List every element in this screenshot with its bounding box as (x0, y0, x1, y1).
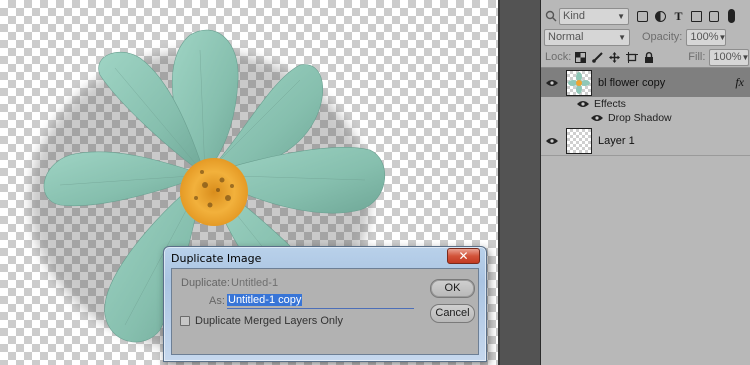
layer-thumbnail (566, 69, 592, 96)
layer-name: Layer 1 (598, 134, 635, 147)
fill-label: Fill: (688, 51, 706, 63)
duplicate-image-dialog: Duplicate Image ✕ Duplicate: Untitled-1 … (163, 246, 487, 362)
as-name-input[interactable]: Untitled-1 copy (227, 294, 414, 309)
layer-filter-row: Kind ▼ T (541, 6, 750, 26)
duplicate-label: Duplicate: (181, 277, 230, 289)
smart-object-filter-icon[interactable] (709, 10, 719, 22)
shape-filter-icon[interactable] (691, 10, 702, 22)
blend-mode-select[interactable]: Normal ▼ (544, 28, 630, 46)
visibility-eye-icon[interactable] (541, 137, 563, 145)
image-filter-icon[interactable] (637, 10, 648, 22)
drop-shadow-eye-icon[interactable] (591, 114, 603, 122)
cancel-button[interactable]: Cancel (430, 304, 475, 323)
effects-label: Effects (594, 98, 626, 110)
filter-kind-select[interactable]: Kind ▼ (559, 7, 629, 25)
merged-layers-checkbox[interactable] (180, 316, 190, 326)
layer-thumbnail (566, 127, 592, 154)
filter-toggle[interactable] (728, 9, 735, 23)
layers-panel: Kind▼ T Normal▼ Opacity: 100%▼ Lock: (540, 0, 750, 365)
flower-center (180, 158, 248, 226)
search-icon (545, 10, 557, 22)
lock-all-icon[interactable] (644, 51, 654, 63)
dialog-title: Duplicate Image (171, 252, 262, 265)
close-button[interactable]: ✕ (447, 248, 480, 264)
fill-input[interactable]: 100% ▼ (709, 48, 749, 66)
dialog-body: Duplicate: Untitled-1 As: Untitled-1 cop… (171, 268, 479, 355)
drop-shadow-row[interactable]: Drop Shadow (541, 111, 750, 125)
merged-layers-label[interactable]: Duplicate Merged Layers Only (195, 315, 343, 327)
duplicate-value: Untitled-1 (231, 277, 279, 289)
fx-icon[interactable]: fx (735, 75, 744, 90)
drop-shadow-label: Drop Shadow (608, 112, 672, 124)
lock-transparent-icon[interactable] (575, 51, 587, 63)
lock-brush-icon[interactable] (592, 51, 604, 63)
effects-eye-icon[interactable] (577, 100, 589, 108)
lock-move-icon[interactable] (609, 51, 621, 63)
opacity-input[interactable]: 100% ▼ (686, 28, 726, 46)
opacity-label: Opacity: (642, 31, 683, 43)
layer-row-layer-1[interactable]: Layer 1 (541, 126, 750, 155)
as-label: As: (209, 295, 225, 307)
canvas-scroll-gutter (498, 0, 540, 365)
adjustment-filter-icon[interactable] (655, 10, 666, 22)
layer-name: bl flower copy (598, 76, 666, 89)
blend-row: Normal ▼ Opacity: 100% ▼ (541, 28, 750, 46)
visibility-eye-icon[interactable] (541, 79, 563, 87)
type-filter-icon[interactable]: T (673, 10, 684, 22)
ok-button[interactable]: OK (430, 279, 475, 298)
lock-row: Lock: Fill: 100% ▼ (541, 48, 750, 66)
lock-artboard-icon[interactable] (626, 51, 639, 63)
lock-label: Lock: (545, 51, 572, 63)
effects-row[interactable]: Effects (541, 97, 750, 111)
layer-row-bl-flower-copy[interactable]: bl flower copy fx (541, 68, 750, 97)
